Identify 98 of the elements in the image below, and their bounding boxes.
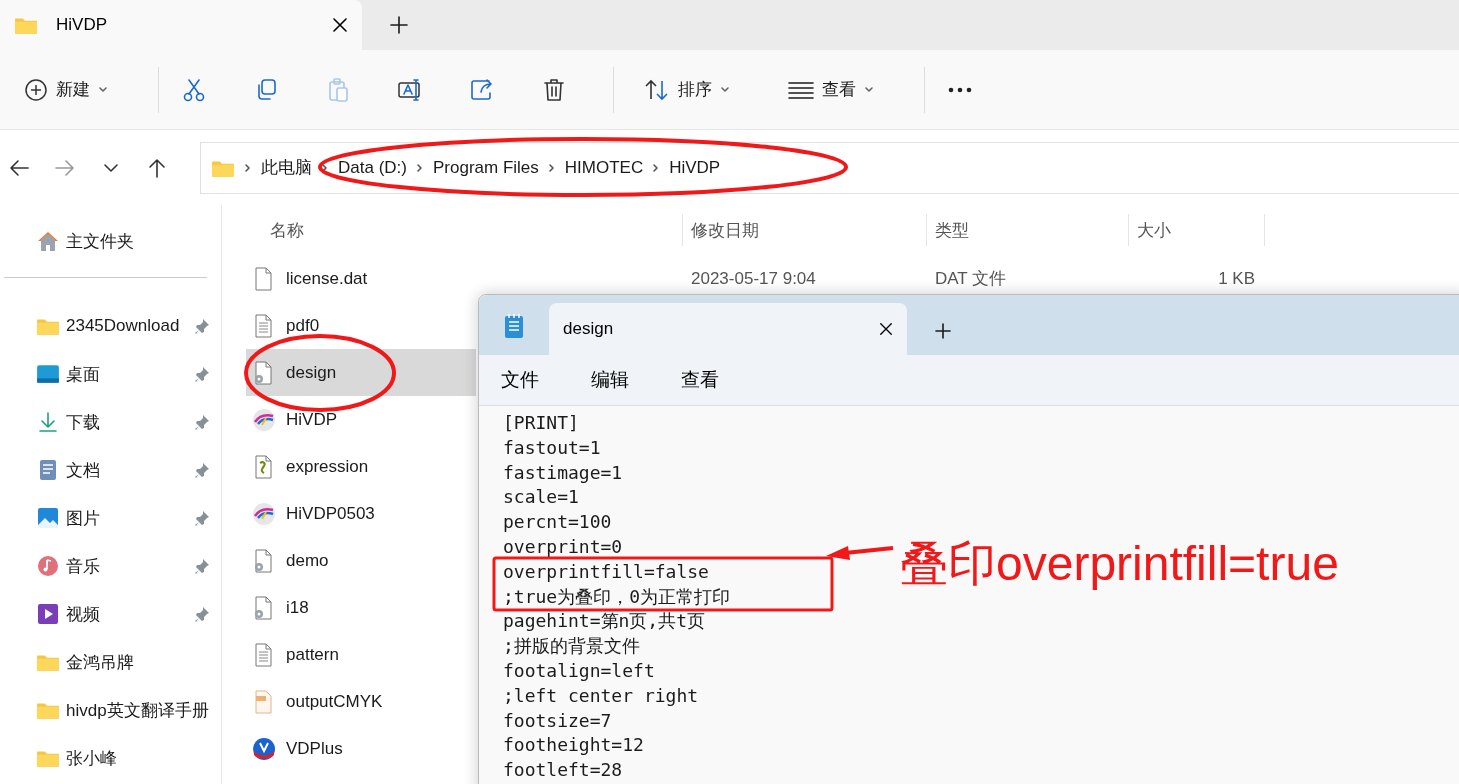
text-line: [PRINT] bbox=[503, 411, 579, 435]
breadcrumb-item[interactable]: HiVDP bbox=[669, 157, 721, 178]
caret-icon bbox=[98, 84, 108, 95]
new-button[interactable]: 新建 bbox=[16, 69, 116, 110]
chevron-right-icon bbox=[320, 162, 330, 173]
notepad-icon bbox=[503, 313, 525, 339]
close-icon[interactable] bbox=[332, 17, 348, 33]
app-icon bbox=[252, 501, 276, 526]
text-line: footleft=28 bbox=[503, 758, 623, 783]
breadcrumb-item[interactable]: Data (D:) bbox=[338, 157, 407, 178]
up-icon[interactable] bbox=[146, 156, 168, 179]
annotation-text: 叠印overprintfill=true bbox=[900, 536, 1339, 592]
music-icon bbox=[36, 555, 60, 577]
pin-icon[interactable] bbox=[194, 462, 210, 478]
new-tab-icon[interactable] bbox=[933, 321, 953, 341]
text-line: fastimage=1 bbox=[503, 460, 623, 485]
menu-item[interactable]: 编辑 bbox=[579, 367, 641, 393]
text-line: overprint=0 bbox=[503, 535, 623, 559]
file-row[interactable]: HiVDP bbox=[246, 396, 476, 443]
sort-arrows-icon bbox=[644, 77, 670, 102]
view-button[interactable]: 查看 bbox=[780, 70, 882, 109]
app-icon bbox=[252, 407, 276, 432]
text-line: fastout=1 bbox=[503, 435, 601, 460]
column-header[interactable]: 大小 bbox=[1129, 214, 1265, 246]
arrow bbox=[826, 546, 894, 560]
picture-icon bbox=[36, 507, 60, 529]
sidebar-item[interactable]: 2345Download bbox=[0, 302, 222, 350]
file-type: DAT 文件 bbox=[934, 268, 1008, 290]
sidebar-item[interactable]: hivdp英文翻译手册 bbox=[0, 686, 222, 734]
breadcrumb-item[interactable]: HIMOTEC bbox=[564, 157, 644, 178]
breadcrumb-item[interactable]: Program Files bbox=[432, 157, 539, 178]
file-row[interactable]: design bbox=[246, 349, 476, 396]
caret-icon bbox=[720, 84, 730, 95]
breadcrumb-item[interactable]: 此电脑 bbox=[261, 156, 312, 179]
menu-item[interactable]: 文件 bbox=[489, 367, 551, 393]
desktop-icon bbox=[36, 363, 60, 385]
file-row[interactable]: pattern bbox=[246, 631, 476, 678]
modified-date: 2023-05-17 9:04 bbox=[690, 268, 817, 289]
pin-icon[interactable] bbox=[194, 510, 210, 526]
address-bar[interactable]: 此电脑 Data (D:) Program Files HIMOTEC HiVDP bbox=[200, 141, 1459, 194]
file-row[interactable]: VDPlus bbox=[246, 725, 476, 772]
list-view-icon bbox=[788, 79, 814, 100]
sidebar-item[interactable]: 视频 bbox=[0, 590, 222, 638]
rename-icon[interactable] bbox=[397, 76, 423, 103]
sidebar-item[interactable]: 音乐 bbox=[0, 542, 222, 590]
trash-icon[interactable] bbox=[541, 76, 567, 103]
text-line: percnt=100 bbox=[503, 510, 612, 535]
share-icon[interactable] bbox=[469, 76, 495, 103]
download-icon bbox=[36, 411, 60, 433]
text-line: footalign=left bbox=[503, 658, 655, 683]
pin-icon[interactable] bbox=[194, 414, 210, 430]
column-header[interactable]: 修改日期 bbox=[683, 214, 927, 246]
cut-icon[interactable] bbox=[181, 76, 207, 103]
pin-icon[interactable] bbox=[194, 318, 210, 334]
file-size: 1 KB bbox=[1217, 268, 1256, 289]
text-line: ;拼版的背景文件 bbox=[503, 634, 640, 659]
sidebar-item[interactable]: 下载 bbox=[0, 398, 222, 446]
app-icon bbox=[252, 736, 276, 761]
notepad-tab[interactable]: design bbox=[549, 303, 907, 355]
home-icon bbox=[36, 230, 60, 252]
pin-icon[interactable] bbox=[194, 558, 210, 574]
column-header[interactable]: 名称 bbox=[246, 214, 683, 246]
file-row[interactable]: license.dat bbox=[246, 255, 476, 302]
text-line: scale=1 bbox=[503, 485, 579, 510]
sidebar-item[interactable]: 张小峰 bbox=[0, 734, 222, 782]
close-icon[interactable] bbox=[879, 322, 893, 336]
text-line: pagehint=第n页,共t页 bbox=[503, 609, 706, 634]
sort-button[interactable]: 排序 bbox=[636, 69, 738, 110]
chevron-right-icon bbox=[546, 162, 557, 173]
text-line: overprintfill=false bbox=[503, 559, 709, 584]
file-row[interactable]: expression bbox=[246, 443, 476, 490]
tab-title: HiVDP bbox=[56, 15, 108, 35]
file-row[interactable]: demo bbox=[246, 537, 476, 584]
sidebar-item[interactable]: 金鸿吊牌 bbox=[0, 638, 222, 686]
pin-icon[interactable] bbox=[194, 606, 210, 622]
sidebar-item[interactable]: 桌面 bbox=[0, 350, 222, 398]
file-row[interactable]: HiVDP0503 bbox=[246, 490, 476, 537]
tab-title: design bbox=[563, 319, 615, 339]
menu-item[interactable]: 查看 bbox=[669, 367, 731, 393]
pin-icon[interactable] bbox=[194, 366, 210, 382]
text-line: ;left center right bbox=[503, 683, 699, 708]
caret-icon bbox=[864, 84, 874, 95]
chevron-right-icon bbox=[243, 162, 253, 173]
file-row[interactable]: i18 bbox=[246, 584, 476, 631]
column-header[interactable]: 类型 bbox=[927, 214, 1129, 246]
video-icon bbox=[36, 603, 60, 625]
more-icon[interactable] bbox=[947, 85, 973, 94]
text-line: footsize=7 bbox=[503, 708, 612, 733]
text-line: footheight=12 bbox=[503, 733, 644, 758]
sidebar-item[interactable]: 图片 bbox=[0, 494, 222, 542]
file-row[interactable]: pdf0 bbox=[246, 302, 476, 349]
chevron-right-icon bbox=[414, 162, 425, 173]
plus-circle-icon bbox=[24, 77, 48, 102]
text-line: ;true为叠印，0为正常打印 bbox=[503, 584, 731, 609]
sidebar-item[interactable]: 主文件夹 bbox=[0, 217, 222, 265]
file-row[interactable]: outputCMYK bbox=[246, 678, 476, 725]
sidebar-item[interactable]: 文档 bbox=[0, 446, 222, 494]
explorer-tab[interactable]: HiVDP bbox=[0, 0, 362, 50]
